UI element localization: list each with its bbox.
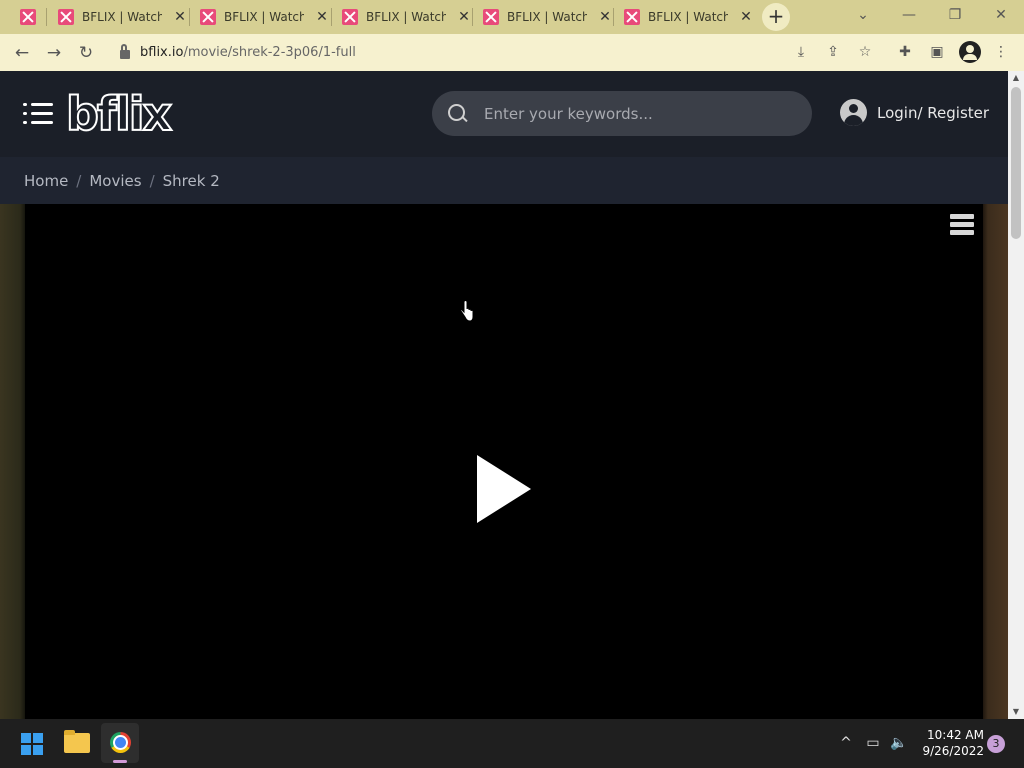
tab-strip: BFLIX | Watch ✕ BFLIX | Watch ✕ BFLIX | …	[0, 0, 1024, 34]
bflix-favicon-icon	[200, 9, 216, 25]
tab-title: BFLIX | Watch	[82, 10, 162, 24]
login-register-link[interactable]: Login/ Register	[840, 99, 989, 126]
breadcrumb: Home / Movies / Shrek 2	[0, 157, 1008, 204]
tab-separator	[189, 8, 190, 26]
search-box	[432, 91, 812, 136]
url-host: bflix.io	[140, 44, 184, 60]
close-window-icon[interactable]: ✕	[978, 0, 1024, 34]
side-panel-icon[interactable]: ▣	[926, 41, 948, 63]
page-scrollbar[interactable]: ▲ ▼	[1008, 71, 1024, 719]
address-bar[interactable]: bflix.io/movie/shrek-2-3p06/1-full	[108, 38, 888, 66]
chrome-taskbar-button[interactable]	[101, 723, 139, 763]
scroll-up-icon[interactable]: ▲	[1008, 71, 1024, 85]
tab-separator	[472, 8, 473, 26]
volume-icon[interactable]: 🔈	[888, 731, 910, 755]
extensions-puzzle-icon[interactable]: ✚	[894, 41, 916, 63]
play-icon[interactable]	[477, 455, 531, 523]
login-register-label: Login/ Register	[877, 103, 990, 122]
tab[interactable]: BFLIX | Watch ✕	[200, 0, 330, 34]
url-path: /movie/shrek-2-3p06/1-full	[183, 44, 356, 60]
bflix-favicon-icon	[20, 9, 36, 25]
web-page: bflix Login/ Register Home / Movies / Sh…	[0, 71, 1008, 719]
hand-cursor-icon	[460, 300, 474, 322]
bflix-favicon-icon	[624, 9, 640, 25]
video-player[interactable]	[25, 204, 983, 719]
taskbar: ^ ▭ 🔈 10:42 AM 9/26/2022 3	[0, 719, 1024, 768]
search-input[interactable]	[484, 104, 784, 123]
windows-start-icon[interactable]	[21, 733, 43, 755]
site-logo[interactable]: bflix	[65, 88, 173, 140]
bookmark-star-icon[interactable]: ☆	[854, 41, 876, 63]
scrollbar-thumb[interactable]	[1011, 87, 1021, 239]
tab-close-icon[interactable]: ✕	[456, 9, 472, 25]
tab-pinned[interactable]	[10, 0, 46, 34]
url-text: bflix.io/movie/shrek-2-3p06/1-full	[140, 45, 356, 60]
scroll-down-icon[interactable]: ▼	[1008, 705, 1024, 719]
breadcrumb-separator: /	[76, 171, 82, 190]
tab-title: BFLIX | Watch	[648, 10, 728, 24]
breadcrumb-movies[interactable]: Movies	[89, 172, 141, 190]
bflix-favicon-icon	[58, 9, 74, 25]
profile-avatar-icon[interactable]	[959, 41, 981, 63]
active-app-indicator	[113, 760, 127, 763]
chrome-icon	[110, 732, 131, 753]
install-app-icon[interactable]: ⤓	[790, 41, 812, 63]
tab-active[interactable]: BFLIX | Watch ✕	[624, 0, 754, 34]
network-icon[interactable]: ▭	[862, 731, 884, 755]
tab-close-icon[interactable]: ✕	[738, 9, 754, 25]
lock-icon	[120, 43, 130, 59]
tab-title: BFLIX | Watch	[507, 10, 587, 24]
breadcrumb-separator: /	[149, 171, 155, 190]
bflix-favicon-icon	[342, 9, 358, 25]
breadcrumb-home[interactable]: Home	[24, 172, 68, 190]
tray-chevron-icon[interactable]: ^	[836, 731, 856, 755]
bflix-favicon-icon	[483, 9, 499, 25]
tab[interactable]: BFLIX | Watch ✕	[483, 0, 613, 34]
reload-icon[interactable]: ↻	[73, 40, 99, 66]
server-list-icon[interactable]	[950, 214, 974, 236]
breadcrumb-current: Shrek 2	[162, 171, 220, 190]
tab-search-chevron-icon[interactable]: ⌄	[840, 0, 886, 34]
menu-hamburger-icon[interactable]	[23, 103, 53, 125]
notification-badge[interactable]: 3	[987, 735, 1005, 753]
tab-title: BFLIX | Watch	[366, 10, 446, 24]
tab[interactable]: BFLIX | Watch ✕	[58, 0, 188, 34]
tab[interactable]: BFLIX | Watch ✕	[342, 0, 472, 34]
browser-toolbar: ← → ↻ bflix.io/movie/shrek-2-3p06/1-full…	[0, 34, 1024, 71]
clock[interactable]: 10:42 AM 9/26/2022	[912, 727, 984, 759]
share-icon[interactable]: ⇪	[822, 41, 844, 63]
search-icon[interactable]	[448, 103, 468, 124]
forward-arrow-icon[interactable]: →	[41, 40, 67, 66]
restore-icon[interactable]: ❐	[932, 0, 978, 34]
user-avatar-icon	[840, 99, 867, 126]
minimize-icon[interactable]: —	[886, 0, 932, 34]
clock-date: 9/26/2022	[922, 744, 984, 758]
tab-separator	[613, 8, 614, 26]
tab-separator	[331, 8, 332, 26]
browser-menu-icon[interactable]: ⋮	[990, 41, 1012, 63]
site-header: bflix Login/ Register	[0, 71, 1008, 157]
file-explorer-icon[interactable]	[64, 730, 90, 753]
tab-separator	[46, 8, 47, 26]
back-arrow-icon[interactable]: ←	[9, 40, 35, 66]
tab-close-icon[interactable]: ✕	[597, 9, 613, 25]
tab-title: BFLIX | Watch	[224, 10, 304, 24]
tab-close-icon[interactable]: ✕	[172, 9, 188, 25]
tab-close-icon[interactable]: ✕	[314, 9, 330, 25]
clock-time: 10:42 AM	[927, 728, 984, 742]
browser-chrome: BFLIX | Watch ✕ BFLIX | Watch ✕ BFLIX | …	[0, 0, 1024, 71]
new-tab-button[interactable]: +	[762, 3, 790, 31]
